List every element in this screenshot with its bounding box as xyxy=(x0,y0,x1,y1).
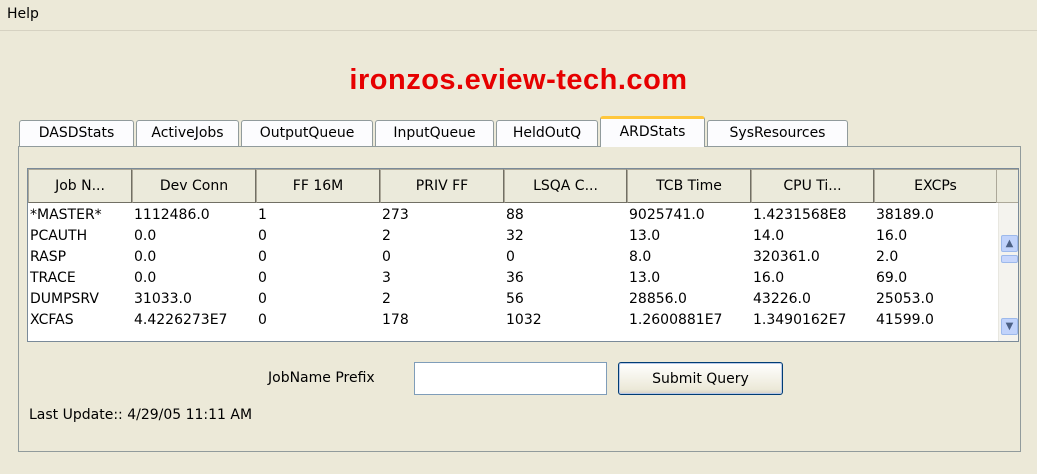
cell-priv-ff: 273 xyxy=(382,207,409,223)
column-header-job-name[interactable]: Job N... xyxy=(28,169,132,203)
header-corner xyxy=(996,169,1018,203)
table-body: *MASTER* 1112486.0 1 273 88 9025741.0 1.… xyxy=(28,205,998,341)
cell-job-name: TRACE xyxy=(30,270,76,286)
jobname-prefix-input[interactable] xyxy=(414,362,607,395)
cell-tcb-time: 9025741.0 xyxy=(629,207,705,223)
cell-job-name: *MASTER* xyxy=(30,207,102,223)
column-header-tcb-time[interactable]: TCB Time xyxy=(627,169,751,203)
cell-cpu-time: 1.3490162E7 xyxy=(753,312,847,328)
tab-activejobs[interactable]: ActiveJobs xyxy=(136,120,239,146)
tab-outputqueue[interactable]: OutputQueue xyxy=(241,120,373,146)
cell-cpu-time: 16.0 xyxy=(753,270,785,286)
submit-query-button[interactable]: Submit Query xyxy=(618,362,783,395)
cell-ff-16m: 0 xyxy=(258,249,267,265)
cell-priv-ff: 2 xyxy=(382,228,391,244)
tab-dasdstats[interactable]: DASDStats xyxy=(19,120,134,146)
cell-ff-16m: 1 xyxy=(258,207,267,223)
cell-ff-16m: 0 xyxy=(258,270,267,286)
ard-stats-table[interactable]: Job N... Dev Conn FF 16M PRIV FF LSQA C.… xyxy=(27,168,1019,342)
cell-lsqa: 32 xyxy=(506,228,524,244)
cell-priv-ff: 0 xyxy=(382,249,391,265)
cell-job-name: DUMPSRV xyxy=(30,291,99,307)
table-row[interactable]: PCAUTH 0.0 0 2 32 13.0 14.0 16.0 xyxy=(28,226,998,247)
cell-cpu-time: 1.4231568E8 xyxy=(753,207,847,223)
cell-cpu-time: 14.0 xyxy=(753,228,785,244)
cell-lsqa: 56 xyxy=(506,291,524,307)
cell-ff-16m: 0 xyxy=(258,312,267,328)
column-header-lsqa[interactable]: LSQA C... xyxy=(504,169,627,203)
cell-dev-conn: 0.0 xyxy=(134,270,157,286)
cell-excps: 38189.0 xyxy=(876,207,934,223)
column-header-dev-conn[interactable]: Dev Conn xyxy=(132,169,256,203)
cell-ff-16m: 0 xyxy=(258,291,267,307)
last-update-status: Last Update:: 4/29/05 11:11 AM xyxy=(29,407,253,423)
column-header-excps[interactable]: EXCPs xyxy=(874,169,997,203)
table-header: Job N... Dev Conn FF 16M PRIV FF LSQA C.… xyxy=(28,169,998,203)
tab-inputqueue[interactable]: InputQueue xyxy=(375,120,494,146)
tab-heldoutq[interactable]: HeldOutQ xyxy=(496,120,598,146)
cell-tcb-time: 8.0 xyxy=(629,249,652,265)
cell-excps: 41599.0 xyxy=(876,312,934,328)
cell-tcb-time: 1.2600881E7 xyxy=(629,312,723,328)
table-row[interactable]: RASP 0.0 0 0 0 8.0 320361.0 2.0 xyxy=(28,247,998,268)
cell-lsqa: 0 xyxy=(506,249,515,265)
scrollbar-thumb[interactable] xyxy=(1001,255,1018,263)
cell-priv-ff: 3 xyxy=(382,270,391,286)
table-row[interactable]: DUMPSRV 31033.0 0 2 56 28856.0 43226.0 2… xyxy=(28,289,998,310)
cell-lsqa: 88 xyxy=(506,207,524,223)
cell-priv-ff: 2 xyxy=(382,291,391,307)
cell-tcb-time: 28856.0 xyxy=(629,291,687,307)
tab-sysresources[interactable]: SysResources xyxy=(707,120,848,146)
menu-bar: Help xyxy=(0,0,1037,31)
table-row[interactable]: XCFAS 4.4226273E7 0 178 1032 1.2600881E7… xyxy=(28,310,998,331)
column-header-priv-ff[interactable]: PRIV FF xyxy=(380,169,504,203)
cell-dev-conn: 1112486.0 xyxy=(134,207,210,223)
column-header-ff-16m[interactable]: FF 16M xyxy=(256,169,380,203)
cell-cpu-time: 43226.0 xyxy=(753,291,811,307)
cell-excps: 16.0 xyxy=(876,228,908,244)
tab-ardstats[interactable]: ARDStats xyxy=(600,116,705,147)
cell-cpu-time: 320361.0 xyxy=(753,249,820,265)
cell-dev-conn: 0.0 xyxy=(134,249,157,265)
column-header-cpu-time[interactable]: CPU Ti... xyxy=(751,169,874,203)
table-vertical-scrollbar[interactable]: ▲ ▼ xyxy=(998,203,1018,341)
cell-job-name: PCAUTH xyxy=(30,228,88,244)
cell-excps: 2.0 xyxy=(876,249,899,265)
host-title: ironzos.eview-tech.com xyxy=(349,64,688,96)
cell-dev-conn: 31033.0 xyxy=(134,291,192,307)
cell-job-name: RASP xyxy=(30,249,67,265)
cell-job-name: XCFAS xyxy=(30,312,74,328)
cell-dev-conn: 0.0 xyxy=(134,228,157,244)
cell-tcb-time: 13.0 xyxy=(629,228,661,244)
table-row[interactable]: *MASTER* 1112486.0 1 273 88 9025741.0 1.… xyxy=(28,205,998,226)
cell-dev-conn: 4.4226273E7 xyxy=(134,312,228,328)
cell-lsqa: 1032 xyxy=(506,312,542,328)
menu-help[interactable]: Help xyxy=(7,6,39,22)
chevron-down-icon[interactable]: ▼ xyxy=(1001,318,1018,335)
cell-priv-ff: 178 xyxy=(382,312,409,328)
chevron-up-icon[interactable]: ▲ xyxy=(1001,235,1018,252)
cell-excps: 69.0 xyxy=(876,270,908,286)
cell-excps: 25053.0 xyxy=(876,291,934,307)
cell-ff-16m: 0 xyxy=(258,228,267,244)
cell-tcb-time: 13.0 xyxy=(629,270,661,286)
jobname-prefix-label: JobName Prefix xyxy=(268,370,375,386)
cell-lsqa: 36 xyxy=(506,270,524,286)
table-row[interactable]: TRACE 0.0 0 3 36 13.0 16.0 69.0 xyxy=(28,268,998,289)
